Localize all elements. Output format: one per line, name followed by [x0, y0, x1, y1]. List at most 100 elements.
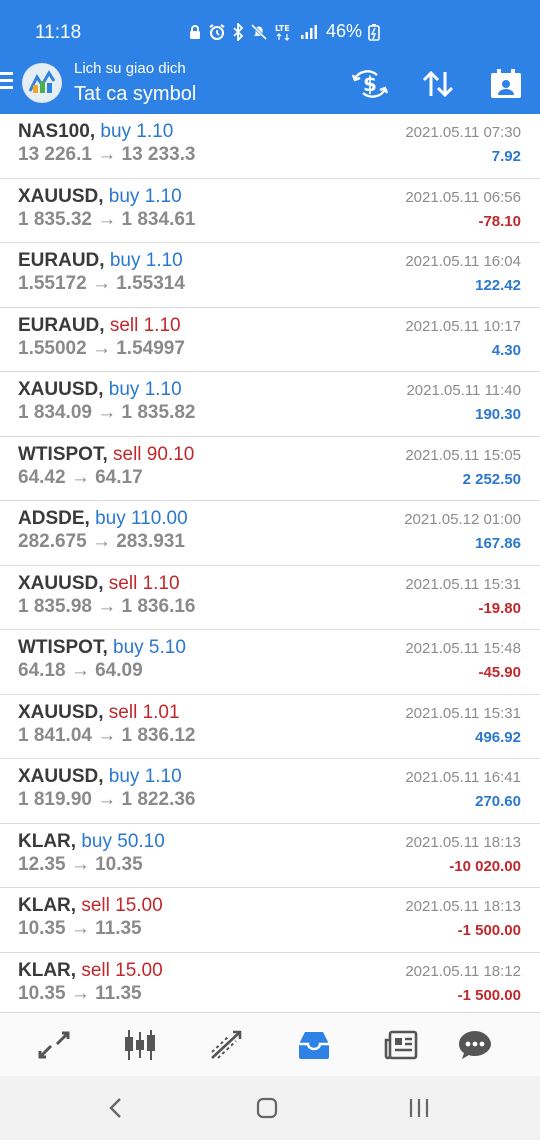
trade-header: KLAR, sell 15.00	[18, 960, 163, 982]
trade-header: ADSDE, buy 110.00	[18, 508, 188, 530]
trade-header: XAUUSD, buy 1.10	[18, 186, 182, 208]
trade-row[interactable]: ADSDE, buy 110.00 282.675 → 283.931 2021.0…	[0, 501, 540, 566]
trade-profit: -1 500.00	[457, 986, 521, 1004]
toolbar-title[interactable]: Tat ca symbol	[74, 83, 196, 106]
trade-row[interactable]: WTISPOT, buy 5.10 64.18 → 64.09 2021.05.11…	[0, 630, 540, 695]
trade-row[interactable]: KLAR, sell 15.00 10.35 → 11.35 2021.05.11 …	[0, 953, 540, 1017]
trade-symbol: XAUUSD,	[18, 701, 104, 723]
trade-row[interactable]: XAUUSD, buy 1.10 1 834.09 → 1 835.82 2021.…	[0, 372, 540, 437]
home-icon[interactable]	[247, 1094, 287, 1122]
trade-profit: 270.60	[475, 793, 521, 810]
trade-row[interactable]: EURAUD, sell 1.10 1.55002 → 1.54997 2021.0…	[0, 308, 540, 372]
trade-date: 2021.05.11 15:48	[405, 640, 521, 657]
trade-symbol: XAUUSD,	[18, 766, 104, 787]
trade-profit: 122.42	[475, 277, 521, 294]
trade-symbol: EURAUD,	[18, 250, 105, 271]
trade-row[interactable]: NAS100, buy 1.10 13 226.1 → 13 233.3 2021.…	[0, 114, 540, 179]
trade-side-volume: buy 1.10	[108, 379, 182, 400]
sort-icon[interactable]	[418, 66, 458, 102]
trade-side-volume: buy 1.10	[100, 121, 174, 142]
trade-prices: 1 841.04 → 1 836.12	[18, 724, 196, 746]
trade-prices: 10.35 → 11.35	[18, 918, 142, 939]
trade-row[interactable]: XAUUSD, buy 1.10 1 835.32 → 1 834.61 2021.…	[0, 179, 540, 243]
trade-row[interactable]: KLAR, buy 50.10 12.35 → 10.35 2021.05.11 1…	[0, 824, 540, 888]
trade-date: 2021.05.11 16:41	[405, 769, 521, 786]
trade-symbol: KLAR,	[18, 830, 77, 852]
trade-profit: 496.92	[475, 728, 521, 746]
trade-header: EURAUD, sell 1.10	[18, 315, 181, 337]
status-bar: 11:18 LTE 46%	[0, 0, 540, 64]
trade-prices: 1.55172 → 1.55314	[18, 273, 185, 294]
trade-symbol: EURAUD,	[18, 314, 105, 336]
chat-icon[interactable]	[455, 1027, 495, 1063]
trade-header: XAUUSD, sell 1.01	[18, 702, 180, 724]
trade-prices: 64.18 → 64.09	[18, 660, 143, 681]
trade-date: 2021.05.11 15:31	[405, 704, 521, 722]
trade-header: XAUUSD, buy 1.10	[18, 766, 182, 788]
trade-row[interactable]: XAUUSD, sell 1.01 1 841.04 → 1 836.12 2021…	[0, 695, 540, 759]
trade-row[interactable]: EURAUD, buy 1.10 1.55172 → 1.55314 2021.05…	[0, 243, 540, 308]
trade-prices: 1 834.09 → 1 835.82	[18, 402, 196, 423]
trade-profit: -78.10	[478, 212, 521, 230]
trade-side-volume: sell 1.01	[108, 701, 180, 723]
trade-side-volume: sell 90.10	[113, 443, 195, 465]
currency-exchange-icon[interactable]: $	[350, 66, 390, 102]
calendar-icon[interactable]	[486, 66, 526, 102]
trade-header: WTISPOT, sell 90.10	[18, 444, 194, 466]
trade-row[interactable]: XAUUSD, buy 1.10 1 819.90 → 1 822.36 2021.…	[0, 759, 540, 824]
trade-header: XAUUSD, buy 1.10	[18, 379, 182, 401]
trade-date: 2021.05.11 18:13	[405, 898, 521, 915]
recent-apps-icon[interactable]	[399, 1094, 439, 1122]
chart-icon[interactable]	[120, 1027, 160, 1063]
trade-side-volume: buy 1.10	[109, 250, 183, 271]
news-icon[interactable]	[381, 1027, 421, 1063]
trade-header: KLAR, buy 50.10	[18, 831, 165, 853]
trade-row[interactable]: KLAR, sell 15.00 10.35 → 11.35 2021.05.11 …	[0, 888, 540, 953]
back-icon[interactable]	[96, 1094, 136, 1122]
trade-side-volume: buy 1.10	[108, 185, 182, 207]
trade-profit: 4.30	[491, 341, 521, 359]
bluetooth-icon	[233, 22, 244, 41]
status-time: 11:18	[35, 22, 82, 43]
trade-profit: -45.90	[478, 664, 521, 681]
trade-side-volume: buy 110.00	[95, 508, 188, 529]
system-navigation-bar	[0, 1076, 540, 1140]
trade-icon[interactable]	[207, 1027, 247, 1063]
trade-profit: 167.86	[475, 535, 521, 552]
toolbar-subtitle: Lich su giao dich	[74, 60, 186, 77]
trade-profit: -1 500.00	[457, 922, 521, 939]
trade-prices: 64.42 → 64.17	[18, 466, 143, 488]
trade-profit: -19.80	[478, 599, 521, 617]
trade-row[interactable]: XAUUSD, sell 1.10 1 835.98 → 1 836.16 2021…	[0, 566, 540, 630]
quotes-icon[interactable]	[34, 1027, 74, 1063]
trade-date: 2021.05.11 06:56	[405, 188, 521, 206]
lte-icon: LTE	[275, 24, 290, 41]
trade-header: KLAR, sell 15.00	[18, 895, 163, 917]
trade-side-volume: sell 1.10	[109, 314, 181, 336]
history-icon[interactable]	[294, 1027, 334, 1063]
trade-symbol: WTISPOT,	[18, 637, 108, 658]
trade-symbol: XAUUSD,	[18, 379, 104, 400]
trade-date: 2021.05.11 07:30	[405, 124, 521, 141]
menu-icon[interactable]	[0, 72, 14, 94]
trade-date: 2021.05.11 16:04	[405, 253, 521, 270]
trade-row[interactable]: WTISPOT, sell 90.10 64.42 → 64.17 2021.05.…	[0, 437, 540, 501]
svg-text:$: $	[363, 72, 377, 96]
trade-symbol: NAS100,	[18, 121, 96, 142]
trade-date: 2021.05.11 18:13	[405, 833, 521, 851]
bottom-tab-bar	[0, 1012, 540, 1076]
trade-prices: 12.35 → 10.35	[18, 853, 143, 875]
trade-symbol: XAUUSD,	[18, 572, 104, 594]
toolbar: Lich su giao dich Tat ca symbol $	[0, 58, 540, 114]
battery-percent: 46%	[326, 21, 363, 41]
status-icons: LTE 46%	[188, 21, 380, 42]
trade-side-volume: buy 1.10	[108, 766, 182, 787]
trade-header: EURAUD, buy 1.10	[18, 250, 183, 272]
trade-symbol: ADSDE,	[18, 508, 90, 529]
trade-side-volume: sell 15.00	[81, 895, 163, 916]
trade-history-list[interactable]: NAS100, buy 1.10 13 226.1 → 13 233.3 2021.…	[0, 114, 540, 1017]
trade-symbol: XAUUSD,	[18, 185, 104, 207]
alarm-icon	[209, 23, 225, 40]
mute-icon	[250, 23, 268, 40]
app-header: 11:18 LTE 46% Lich su giao dich Tat ca s…	[0, 0, 540, 114]
